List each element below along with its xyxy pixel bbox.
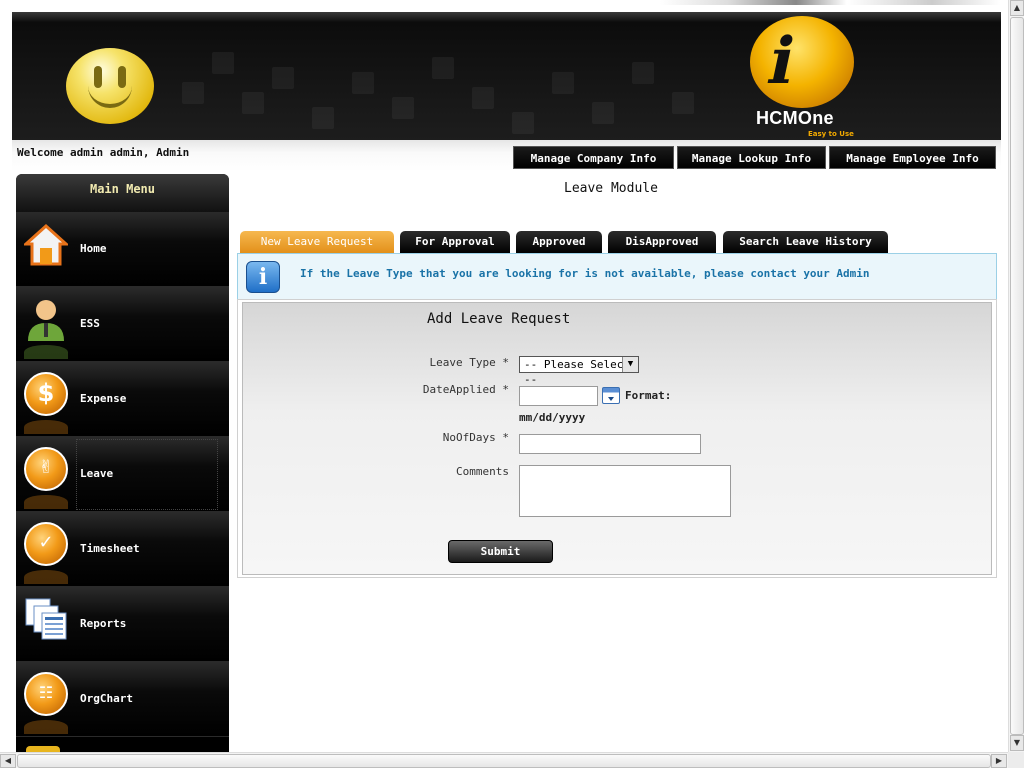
menu-icon-reflection bbox=[24, 495, 68, 509]
menu-icon-reflection bbox=[24, 420, 68, 434]
banner-tile bbox=[512, 112, 534, 134]
menu-item-expense[interactable]: $ Expense bbox=[16, 362, 229, 437]
employee-icon bbox=[28, 300, 64, 341]
banner-tile bbox=[352, 72, 374, 94]
banner-tile bbox=[672, 92, 694, 114]
scrollbar-corner bbox=[1008, 752, 1024, 768]
menu-label-leave: Leave bbox=[80, 467, 114, 480]
banner-tile bbox=[592, 102, 614, 124]
menu-item-orgchart[interactable]: ☷ OrgChart bbox=[16, 662, 229, 737]
menu-item-reports[interactable]: Reports bbox=[16, 587, 229, 662]
reports-icon bbox=[25, 598, 67, 640]
banner-tile bbox=[242, 92, 264, 114]
info-icon: i bbox=[246, 261, 280, 293]
logo-glyph: i bbox=[762, 24, 803, 99]
scroll-up-icon[interactable]: ▲ bbox=[1010, 0, 1024, 16]
module-title: Leave Module bbox=[564, 181, 658, 196]
logo-tagline: Easy to Use bbox=[808, 130, 854, 138]
banner-tile bbox=[312, 107, 334, 129]
leave-type-select[interactable]: -- Please Select -- ▼ bbox=[519, 356, 639, 386]
date-format-value: mm/dd/yyyy bbox=[519, 411, 586, 424]
menu-icon-reflection bbox=[24, 570, 68, 584]
menu-label-reports: Reports bbox=[80, 617, 127, 630]
info-message-box: i If the Leave Type that you are looking… bbox=[237, 253, 997, 300]
welcome-bar: Welcome admin admin, Admin Manage Compan… bbox=[12, 140, 1001, 172]
scroll-left-icon[interactable]: ◀ bbox=[0, 754, 16, 768]
top-decoration bbox=[660, 0, 1000, 5]
leave-type-label: Leave Type * bbox=[429, 356, 509, 369]
vertical-scrollbar[interactable]: ▲ ▼ bbox=[1008, 0, 1024, 752]
menu-label-orgchart: OrgChart bbox=[80, 692, 133, 705]
smiley-logo-icon bbox=[66, 48, 154, 124]
leave-icon: ✌ bbox=[24, 447, 68, 491]
smiley-mouth bbox=[88, 86, 132, 108]
tab-approved[interactable]: Approved bbox=[516, 231, 602, 253]
leave-type-value: -- Please Select -- bbox=[524, 358, 630, 386]
home-icon bbox=[24, 223, 68, 266]
comments-textarea[interactable] bbox=[519, 465, 731, 517]
scroll-right-icon[interactable]: ▶ bbox=[991, 754, 1007, 768]
browser-viewport: i HCMOne Easy to Use Welcome admin admin… bbox=[0, 0, 1024, 768]
comments-label: Comments bbox=[456, 465, 509, 478]
scroll-down-icon[interactable]: ▼ bbox=[1010, 735, 1024, 751]
submit-button[interactable]: Submit bbox=[448, 540, 553, 563]
tab-disapproved[interactable]: DisApproved bbox=[608, 231, 716, 253]
menu-label-home: Home bbox=[80, 242, 107, 255]
orgchart-icon: ☷ bbox=[24, 672, 68, 716]
no-of-days-input[interactable] bbox=[519, 434, 701, 454]
banner-tile bbox=[392, 97, 414, 119]
dollar-icon: $ bbox=[24, 372, 68, 416]
manage-company-info-button[interactable]: Manage Company Info bbox=[513, 146, 674, 169]
banner-tile bbox=[432, 57, 454, 79]
vertical-scroll-thumb[interactable] bbox=[1010, 17, 1024, 735]
banner-tile bbox=[182, 82, 204, 104]
main-menu-title: Main Menu bbox=[16, 174, 229, 212]
menu-icon-reflection bbox=[24, 345, 68, 359]
banner-tile bbox=[552, 72, 574, 94]
date-applied-label: DateApplied * bbox=[422, 383, 509, 396]
top-strip bbox=[0, 0, 1008, 12]
logo-text: HCMOne bbox=[756, 108, 834, 128]
menu-item-timesheet[interactable]: ✓ Timesheet bbox=[16, 512, 229, 587]
banner-tile bbox=[212, 52, 234, 74]
tab-for-approval[interactable]: For Approval bbox=[400, 231, 510, 253]
add-leave-request-form: Add Leave Request Leave Type * -- Please… bbox=[242, 302, 992, 575]
info-message-text: If the Leave Type that you are looking f… bbox=[300, 267, 870, 280]
menu-label-timesheet: Timesheet bbox=[80, 542, 140, 555]
banner-tile bbox=[472, 87, 494, 109]
form-title: Add Leave Request bbox=[427, 311, 571, 327]
tab-new-leave-request[interactable]: New Leave Request bbox=[240, 231, 394, 253]
banner-tile bbox=[272, 67, 294, 89]
tab-search-leave-history[interactable]: Search Leave History bbox=[723, 231, 888, 253]
menu-item-leave[interactable]: ✌ Leave bbox=[16, 437, 229, 512]
date-applied-input[interactable] bbox=[519, 386, 598, 406]
menu-item-home[interactable]: Home bbox=[16, 212, 229, 287]
menu-label-expense: Expense bbox=[80, 392, 127, 405]
hcmone-logo-icon: i bbox=[750, 16, 854, 108]
banner-tile bbox=[632, 62, 654, 84]
horizontal-scroll-thumb[interactable] bbox=[17, 754, 991, 768]
manage-employee-info-button[interactable]: Manage Employee Info bbox=[829, 146, 996, 169]
menu-item-ess[interactable]: ESS bbox=[16, 287, 229, 362]
main-menu-sidebar: Main Menu Home ESS $ Expense ✌ Leave ✓ T… bbox=[16, 174, 229, 754]
menu-label-ess: ESS bbox=[80, 317, 100, 330]
clock-icon: ✓ bbox=[24, 522, 68, 566]
welcome-text: Welcome admin admin, Admin bbox=[17, 146, 190, 159]
manage-lookup-info-button[interactable]: Manage Lookup Info bbox=[677, 146, 826, 169]
calendar-icon[interactable] bbox=[602, 387, 620, 404]
horizontal-scrollbar[interactable]: ◀ ▶ bbox=[0, 752, 1008, 768]
header-banner: i HCMOne Easy to Use bbox=[12, 12, 1001, 140]
menu-icon-reflection bbox=[24, 720, 68, 734]
no-of-days-label: NoOfDays * bbox=[442, 431, 509, 444]
smiley-eye bbox=[118, 66, 126, 88]
date-format-label: Format: bbox=[625, 389, 672, 402]
chevron-down-icon: ▼ bbox=[622, 357, 638, 372]
smiley-eye bbox=[94, 66, 102, 88]
